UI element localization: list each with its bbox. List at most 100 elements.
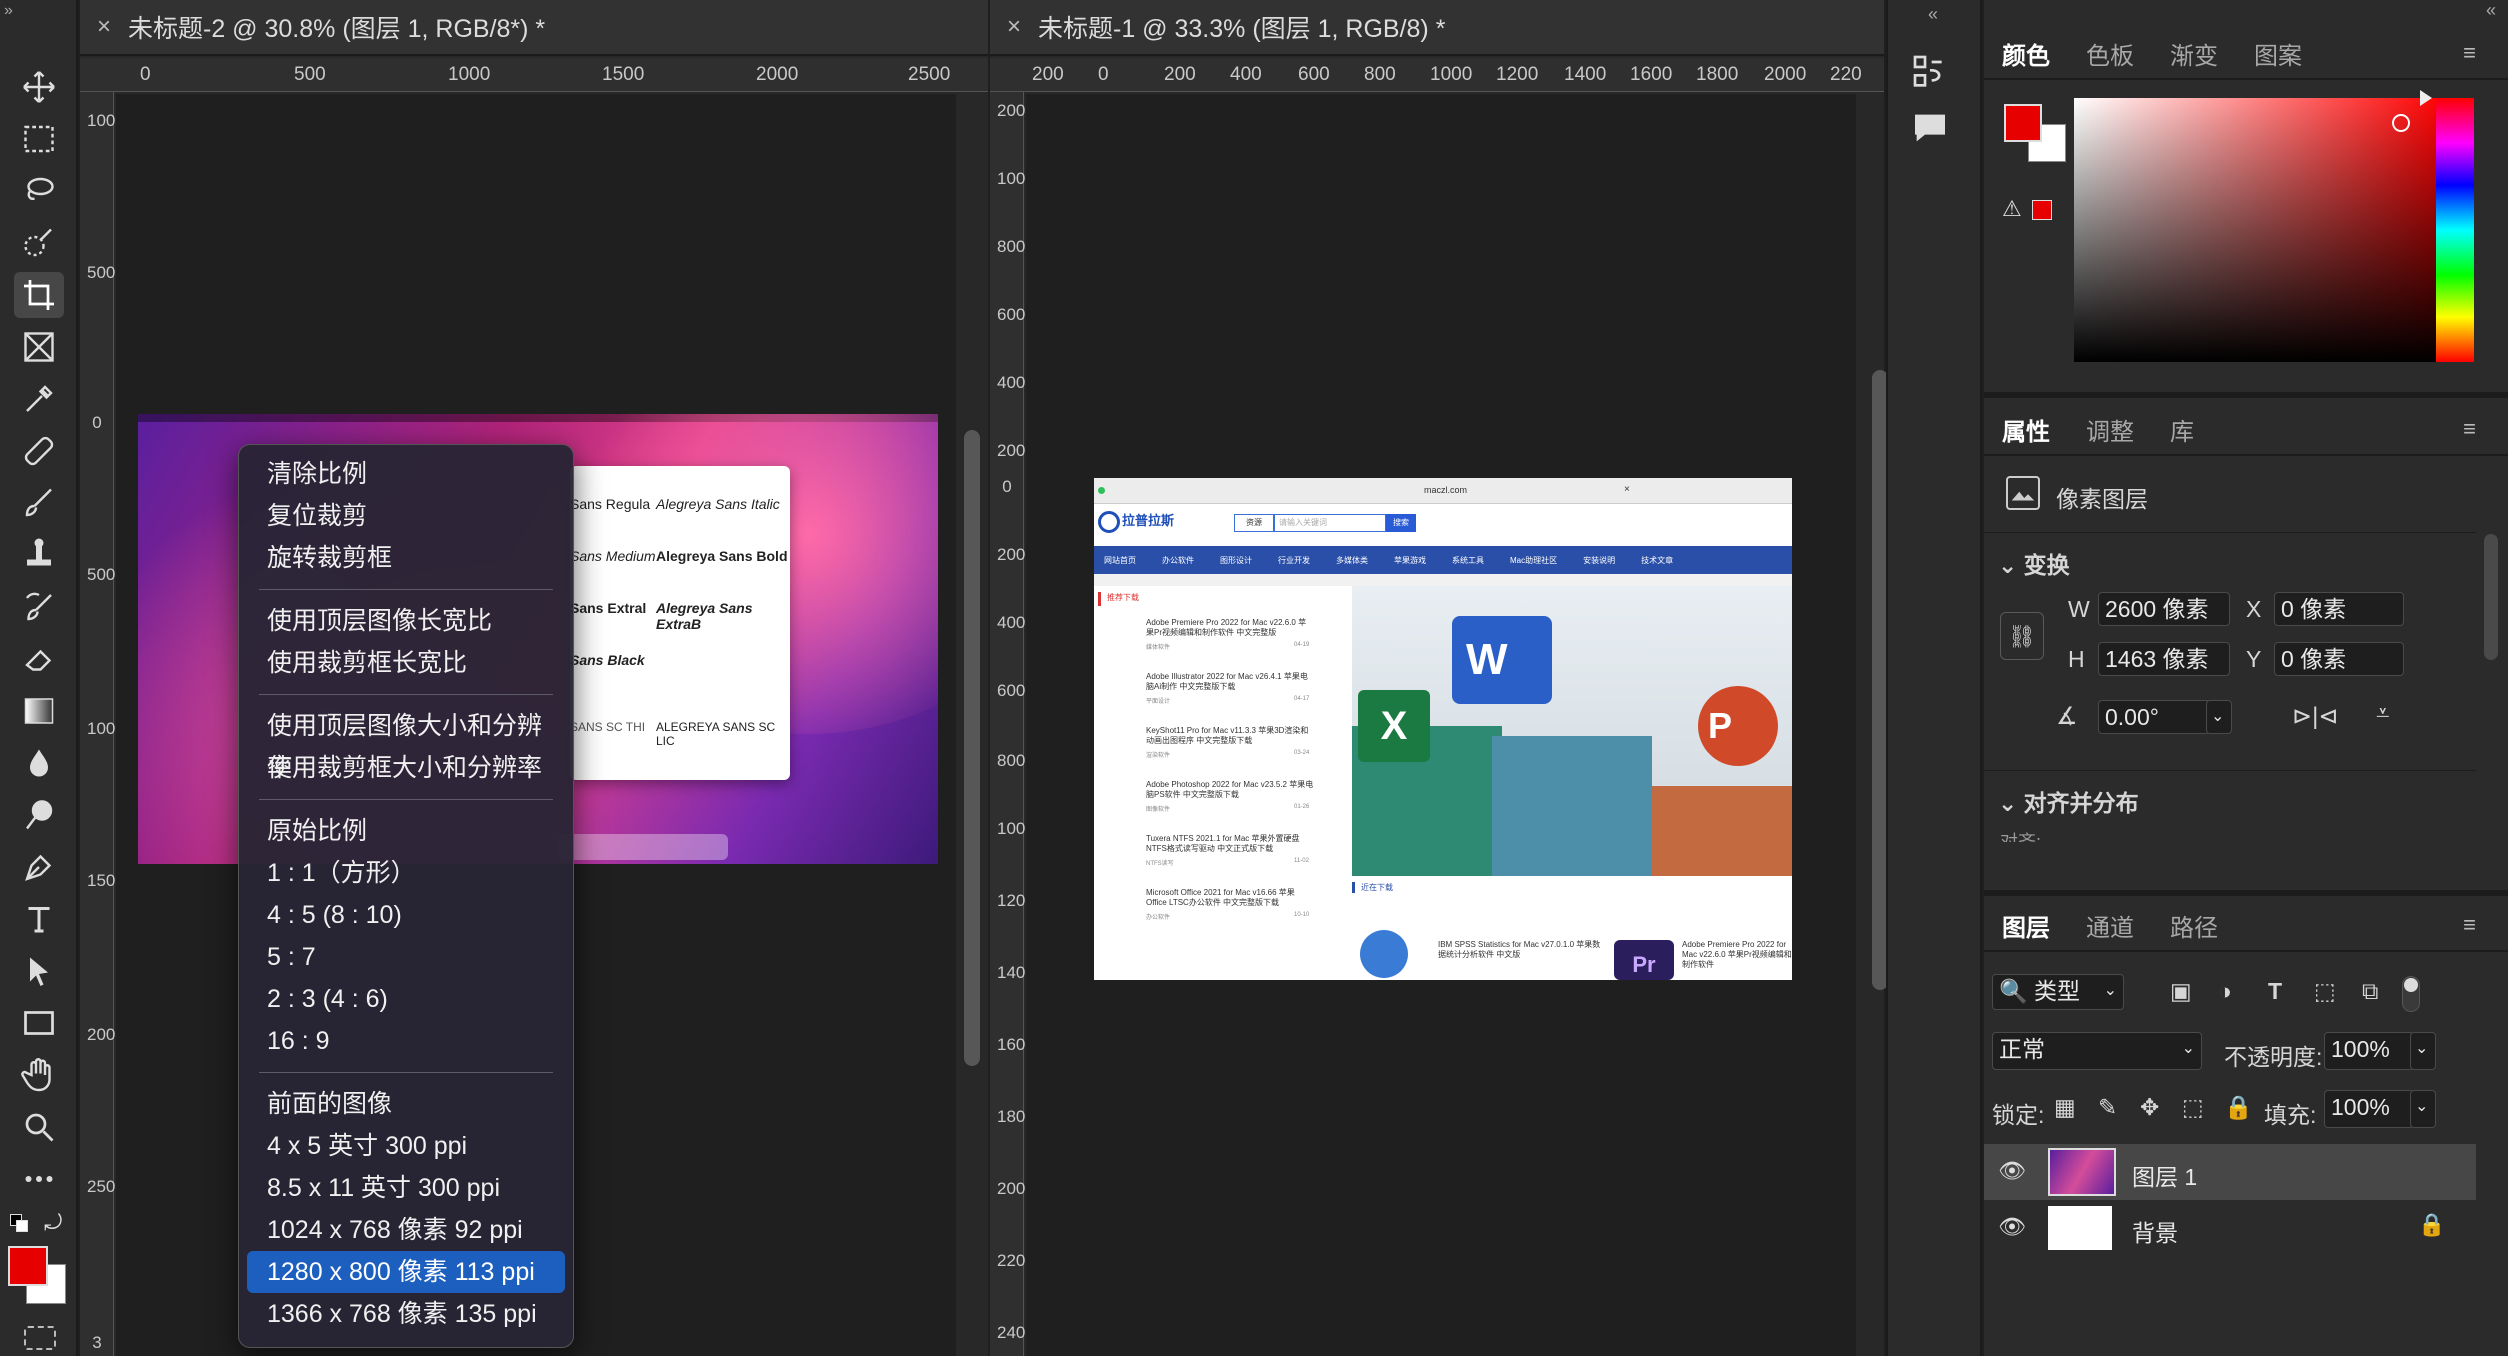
- gamut-color-swatch[interactable]: [2032, 200, 2052, 220]
- menu-item-ratio-2-3[interactable]: 2 : 3 (4 : 6): [247, 978, 565, 1020]
- path-select-tool-icon[interactable]: [14, 948, 64, 994]
- flip-vertical-icon[interactable]: ⩡: [2376, 700, 2390, 728]
- rotation-angle-field[interactable]: 0.00°: [2098, 700, 2210, 734]
- layer-row-background[interactable]: 👁 背景 🔒: [1984, 1200, 2476, 1256]
- menu-item-rotate-crop-box[interactable]: 旋转裁剪框: [247, 537, 565, 579]
- tab-swatches[interactable]: 色板: [2086, 36, 2134, 71]
- hand-tool-icon[interactable]: [14, 1052, 64, 1098]
- fill-dropdown-chevron-icon[interactable]: ⌄: [2410, 1090, 2436, 1128]
- filter-smart-objects-icon[interactable]: ⧉: [2362, 978, 2378, 1005]
- canvas-image-website[interactable]: maczl.com × 拉普拉斯 资源 请输入关键词 搜索 网站首页 办公软件 …: [1094, 478, 1792, 980]
- eraser-tool-icon[interactable]: [14, 636, 64, 682]
- menu-item-original-ratio[interactable]: 原始比例: [247, 810, 565, 852]
- menu-item-ratio-4-5[interactable]: 4 : 5 (8 : 10): [247, 894, 565, 936]
- fill-field[interactable]: 100%: [2324, 1090, 2414, 1128]
- tab-channels[interactable]: 通道: [2086, 908, 2134, 943]
- filter-pixel-layers-icon[interactable]: ▣: [2170, 978, 2192, 1005]
- out-of-gamut-warning-icon[interactable]: ⚠: [2002, 196, 2022, 222]
- width-field[interactable]: 2600 像素: [2098, 592, 2230, 626]
- default-colors-icon[interactable]: [10, 1214, 28, 1232]
- menu-item-1024x768-92ppi[interactable]: 1024 x 768 像素 92 ppi: [247, 1209, 565, 1251]
- swap-colors-icon[interactable]: ⤾: [44, 1210, 62, 1236]
- menu-item-1366x768-135ppi[interactable]: 1366 x 768 像素 135 ppi: [247, 1293, 565, 1335]
- tab-libraries[interactable]: 库: [2170, 412, 2194, 447]
- layer-filter-dropdown[interactable]: 🔍 类型 ⌄: [1992, 974, 2124, 1010]
- menu-item-crop-box-size-resolution[interactable]: 使用裁剪框大小和分辨率: [247, 747, 565, 789]
- lock-transparent-pixels-icon[interactable]: ▦: [2054, 1094, 2076, 1121]
- foreground-color-swatch[interactable]: [8, 1246, 48, 1286]
- filter-type-layers-icon[interactable]: T: [2268, 978, 2282, 1005]
- type-tool-icon[interactable]: [14, 896, 64, 942]
- collapse-toolbar-icon[interactable]: »: [4, 2, 13, 20]
- menu-item-top-image-ratio[interactable]: 使用顶层图像长宽比: [247, 600, 565, 642]
- crop-tool-icon[interactable]: [14, 272, 64, 318]
- zoom-tool-icon[interactable]: [14, 1104, 64, 1150]
- brush-tool-icon[interactable]: [14, 480, 64, 526]
- menu-item-ratio-5-7[interactable]: 5 : 7: [247, 936, 565, 978]
- hue-slider[interactable]: [2436, 98, 2474, 362]
- collapse-panels-icon[interactable]: «: [1986, 0, 2506, 20]
- tab-paths[interactable]: 路径: [2170, 908, 2218, 943]
- tab-gradients[interactable]: 渐变: [2170, 36, 2218, 71]
- tab-patterns[interactable]: 图案: [2254, 36, 2302, 71]
- menu-item-8.5x11-300ppi[interactable]: 8.5 x 11 英寸 300 ppi: [247, 1167, 565, 1209]
- vertical-scrollbar[interactable]: [964, 430, 980, 1066]
- height-field[interactable]: 1463 像素: [2098, 642, 2230, 676]
- x-position-field[interactable]: 0 像素: [2274, 592, 2404, 626]
- panel-menu-icon[interactable]: ≡: [2463, 416, 2476, 442]
- menu-item-front-image[interactable]: 前面的图像: [247, 1083, 565, 1125]
- color-field-picker[interactable]: [2392, 114, 2410, 132]
- close-tab-icon[interactable]: ×: [80, 13, 128, 41]
- opacity-dropdown-chevron-icon[interactable]: ⌄: [2410, 1032, 2436, 1070]
- document-tab-1[interactable]: × 未标题-2 @ 30.8% (图层 1, RGB/8*) *: [80, 0, 988, 56]
- hue-slider-thumb[interactable]: [2420, 90, 2432, 106]
- link-dimensions-button[interactable]: ⛓: [2000, 612, 2044, 660]
- document-tab-2[interactable]: × 未标题-1 @ 33.3% (图层 1, RGB/8) *: [990, 0, 1884, 56]
- more-tools-icon[interactable]: [14, 1156, 64, 1202]
- opacity-field[interactable]: 100%: [2324, 1032, 2414, 1070]
- lasso-tool-icon[interactable]: [14, 168, 64, 214]
- tab-layers[interactable]: 图层: [2002, 908, 2050, 943]
- history-panel-icon[interactable]: [1910, 52, 1950, 92]
- dodge-tool-icon[interactable]: [14, 792, 64, 838]
- comments-panel-icon[interactable]: [1910, 108, 1950, 148]
- rectangle-tool-icon[interactable]: [14, 1000, 64, 1046]
- panel-menu-icon[interactable]: ≡: [2463, 912, 2476, 938]
- quick-mask-icon[interactable]: [24, 1326, 56, 1350]
- menu-item-ratio-1-1[interactable]: 1 : 1（方形）: [247, 852, 565, 894]
- menu-item-ratio-16-9[interactable]: 16 : 9: [247, 1020, 565, 1062]
- filter-shape-layers-icon[interactable]: ⬚: [2314, 978, 2336, 1005]
- flip-horizontal-icon[interactable]: ⊳|⊲: [2292, 702, 2338, 731]
- color-field[interactable]: [2074, 98, 2446, 362]
- layer-row-layer-1[interactable]: 👁 图层 1: [1984, 1144, 2476, 1200]
- history-brush-tool-icon[interactable]: [14, 584, 64, 630]
- blend-mode-dropdown[interactable]: 正常 ⌄: [1992, 1032, 2202, 1070]
- filter-adjustment-layers-icon[interactable]: ◑: [2218, 978, 2232, 1005]
- frame-tool-icon[interactable]: [14, 324, 64, 370]
- layer-visibility-eye-icon[interactable]: 👁: [1998, 1214, 2026, 1240]
- quick-select-tool-icon[interactable]: [14, 220, 64, 266]
- angle-dropdown-chevron-icon[interactable]: ⌄: [2206, 700, 2232, 734]
- menu-item-top-image-size-resolution[interactable]: 使用顶层图像大小和分辨率: [247, 705, 565, 782]
- color-panel-foreground-swatch[interactable]: [2004, 104, 2042, 142]
- blur-tool-icon[interactable]: [14, 740, 64, 786]
- gradient-tool-icon[interactable]: [14, 688, 64, 734]
- pen-tool-icon[interactable]: [14, 844, 64, 890]
- align-section-toggle[interactable]: ⌄ 对齐并分布: [1998, 784, 2139, 818]
- menu-item-clear-ratio[interactable]: 清除比例: [247, 453, 565, 495]
- marquee-tool-icon[interactable]: [14, 116, 64, 162]
- layer-visibility-eye-icon[interactable]: 👁: [1998, 1158, 2026, 1184]
- lock-all-icon[interactable]: 🔒: [2224, 1094, 2253, 1121]
- panel-menu-icon[interactable]: ≡: [2463, 40, 2476, 66]
- menu-item-crop-box-ratio[interactable]: 使用裁剪框长宽比: [247, 642, 565, 684]
- transform-section-toggle[interactable]: ⌄ 变换: [1998, 546, 2070, 580]
- healing-brush-tool-icon[interactable]: [14, 428, 64, 474]
- collapse-panels-icon[interactable]: «: [1928, 4, 1938, 25]
- filter-toggle-switch[interactable]: [2402, 976, 2420, 1012]
- stamp-tool-icon[interactable]: [14, 532, 64, 578]
- menu-item-reset-crop[interactable]: 复位裁剪: [247, 495, 565, 537]
- properties-scrollbar[interactable]: [2484, 534, 2498, 660]
- y-position-field[interactable]: 0 像素: [2274, 642, 2404, 676]
- tab-properties[interactable]: 属性: [2002, 412, 2050, 447]
- lock-artboard-icon[interactable]: ⬚: [2182, 1094, 2204, 1121]
